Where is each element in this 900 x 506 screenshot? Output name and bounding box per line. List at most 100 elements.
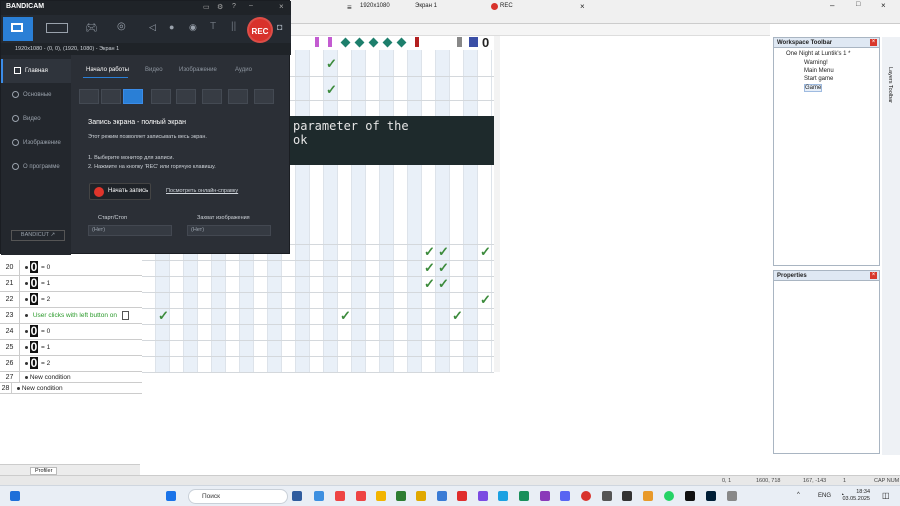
minimize-icon[interactable]: –: [249, 2, 253, 9]
tab-audio[interactable]: Аудио: [235, 67, 252, 73]
check-icon[interactable]: ✓: [340, 309, 351, 322]
app-icon[interactable]: [292, 491, 302, 501]
event-row[interactable]: 23 User clicks with left button on: [0, 308, 142, 324]
event-row[interactable]: 20 0 = 0: [0, 260, 142, 276]
search-input[interactable]: Поиск: [188, 489, 288, 504]
tree-item-main-menu[interactable]: Main Menu: [804, 68, 834, 74]
app-icon[interactable]: [437, 491, 447, 501]
language-indicator[interactable]: ENG: [818, 493, 831, 499]
camera-icon[interactable]: ◘: [277, 22, 282, 32]
app-icon[interactable]: [622, 491, 632, 501]
check-icon[interactable]: ✓: [158, 309, 169, 322]
gamepad-icon[interactable]: 🎮︎: [85, 23, 98, 34]
app-icon[interactable]: [356, 491, 366, 501]
notifications-icon[interactable]: ◫: [882, 491, 890, 500]
app-icon[interactable]: [540, 491, 550, 501]
close-icon[interactable]: ×: [870, 39, 877, 46]
event-row[interactable]: 21 0 = 1: [0, 276, 142, 292]
recbar-rec[interactable]: REC: [500, 3, 513, 9]
hotkey-capture-field[interactable]: (Нет): [187, 225, 271, 236]
event-row[interactable]: 22 0 = 2: [0, 292, 142, 308]
tab-image[interactable]: Изображение: [179, 67, 217, 73]
clock[interactable]: 18:34 03.05.2025: [842, 489, 870, 503]
app-icon[interactable]: [560, 491, 570, 501]
help-icon[interactable]: ?: [232, 3, 236, 10]
check-icon[interactable]: ✓: [326, 57, 337, 70]
mode-area-button[interactable]: [101, 89, 121, 104]
text-icon[interactable]: T: [210, 21, 216, 32]
tab-getting-started[interactable]: Начало работы: [86, 67, 129, 73]
app-icon[interactable]: [396, 491, 406, 501]
profiler-tab[interactable]: Profiler: [30, 467, 58, 475]
folder-icon[interactable]: [416, 491, 426, 501]
app-icon[interactable]: [643, 491, 653, 501]
event-row[interactable]: 24 0 = 0: [0, 324, 142, 340]
object-icon[interactable]: [315, 37, 319, 47]
app-icon[interactable]: [376, 491, 386, 501]
tray-chevron-icon[interactable]: ^: [797, 492, 800, 498]
mode-device-button[interactable]: [202, 89, 222, 104]
event-row[interactable]: 26 0 = 2: [0, 356, 142, 372]
sidebar-item-about[interactable]: О программе: [1, 155, 71, 179]
speaker-icon[interactable]: ◁: [149, 22, 156, 33]
sidebar-item-video[interactable]: Видео: [1, 107, 71, 131]
maximize-icon[interactable]: □: [856, 1, 860, 8]
app-icon[interactable]: [685, 491, 695, 501]
check-icon[interactable]: ✓: [438, 261, 449, 274]
opera-icon[interactable]: [457, 491, 467, 501]
hotkey-start-field[interactable]: (Нет): [88, 225, 172, 236]
microphone-icon[interactable]: ●: [169, 22, 174, 32]
minimize-icon[interactable]: –: [830, 1, 834, 10]
back-button[interactable]: [79, 89, 99, 104]
pause-icon[interactable]: ||: [231, 21, 236, 32]
bandicut-link[interactable]: BANDICUT ↗: [11, 230, 65, 241]
tree-item-warning[interactable]: Warning!: [804, 60, 828, 66]
object-icon[interactable]: [354, 37, 365, 48]
close-icon[interactable]: ×: [580, 2, 585, 11]
folder-icon[interactable]: ▭: [203, 3, 210, 11]
webcam-icon[interactable]: ◎: [117, 21, 126, 32]
overlay-icon[interactable]: ◉: [189, 22, 197, 33]
check-icon[interactable]: ✓: [438, 277, 449, 290]
app-icon[interactable]: [498, 491, 508, 501]
grid-scrollbar[interactable]: [494, 36, 500, 372]
event-row[interactable]: 27 New condition: [0, 372, 142, 383]
sidebar-item-home[interactable]: Главная: [1, 59, 71, 83]
event-row[interactable]: 28 New condition: [0, 383, 142, 394]
layers-toolbar-strip[interactable]: Layers Toolbar: [882, 37, 900, 455]
yandex-icon[interactable]: [335, 491, 345, 501]
check-icon[interactable]: ✓: [452, 309, 463, 322]
start-icon[interactable]: [166, 491, 176, 501]
close-icon[interactable]: ×: [279, 2, 284, 11]
object-icon[interactable]: [328, 37, 332, 47]
object-icon[interactable]: [382, 37, 393, 48]
sidebar-item-general[interactable]: Основные: [1, 83, 71, 107]
check-icon[interactable]: ✓: [424, 277, 435, 290]
check-icon[interactable]: ✓: [438, 245, 449, 258]
mode-fullscreen-button[interactable]: [123, 89, 143, 104]
object-icon[interactable]: [340, 37, 351, 48]
app-icon[interactable]: [602, 491, 612, 501]
object-icon[interactable]: [469, 37, 478, 47]
check-icon[interactable]: ✓: [326, 83, 337, 96]
bandicam-icon[interactable]: [581, 491, 591, 501]
object-icon[interactable]: [396, 37, 407, 48]
whatsapp-icon[interactable]: [664, 491, 674, 501]
menu-icon[interactable]: ≡: [347, 3, 352, 12]
mode-window-button[interactable]: [151, 89, 171, 104]
tree-item-start-game[interactable]: Start game: [804, 76, 833, 82]
close-icon[interactable]: ×: [870, 272, 877, 279]
sidebar-item-image[interactable]: Изображение: [1, 131, 71, 155]
check-icon[interactable]: ✓: [480, 293, 491, 306]
tab-video[interactable]: Видео: [145, 67, 163, 73]
mode-game-button[interactable]: [228, 89, 248, 104]
event-row[interactable]: 25 0 = 1: [0, 340, 142, 356]
tree-item-game[interactable]: Game: [804, 84, 823, 92]
rec-button[interactable]: REC: [247, 17, 273, 43]
check-icon[interactable]: ✓: [424, 245, 435, 258]
object-icon[interactable]: [415, 37, 419, 47]
object-icon[interactable]: [368, 37, 379, 48]
mode-audio-button[interactable]: [254, 89, 274, 104]
app-icon[interactable]: [519, 491, 529, 501]
help-link[interactable]: Посмотреть онлайн-справку: [166, 188, 238, 194]
